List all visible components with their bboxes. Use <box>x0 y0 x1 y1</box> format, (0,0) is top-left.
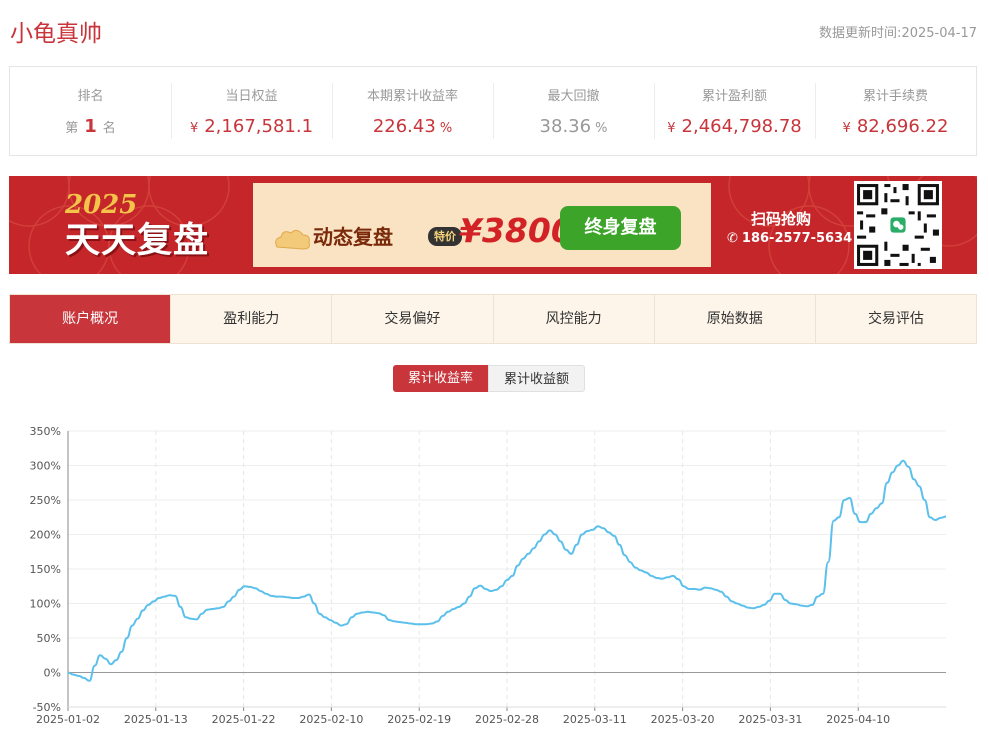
x-tick-label: 2025-01-02 <box>36 713 100 726</box>
page-header: 小龟真帅 数据更新时间:2025-04-17 <box>10 14 977 47</box>
y-tick-label: 200% <box>30 529 61 542</box>
tab-trading-preference[interactable]: 交易偏好 <box>331 295 493 343</box>
stat-label: 排名 <box>77 89 104 104</box>
rank-number: 1 <box>84 116 97 137</box>
x-tick-label: 2025-01-13 <box>124 713 188 726</box>
stat-value: 第1名 <box>10 116 171 137</box>
update-label: 数据更新时间: <box>819 26 902 41</box>
metric-toggle: 累计收益率 累计收益额 <box>393 365 586 392</box>
y-tick-label: 150% <box>30 563 61 576</box>
update-date: 2025-04-17 <box>901 26 977 41</box>
promo-price: ¥3800 <box>459 211 574 250</box>
x-tick-label: 2025-01-22 <box>212 713 276 726</box>
x-tick-label: 2025-03-31 <box>738 713 802 726</box>
tab-account-overview[interactable]: 账户概况 <box>10 295 171 343</box>
tab-profitability[interactable]: 盈利能力 <box>170 295 332 343</box>
stat-label: 当日权益 <box>225 89 278 104</box>
stat-value: 38.36% <box>493 116 654 137</box>
total-profit-value: 2,464,798.78 <box>681 116 802 137</box>
stat-value: ¥2,167,581.1 <box>171 116 332 137</box>
x-tick-label: 2025-03-11 <box>563 713 627 726</box>
stat-max-drawdown: 最大回撤 38.36% <box>493 67 654 155</box>
tab-trading-evaluation[interactable]: 交易评估 <box>814 295 977 343</box>
y-tick-label: 100% <box>30 598 61 611</box>
percent-unit: % <box>439 121 453 136</box>
qr-code-icon <box>854 181 942 269</box>
y-tick-label: 250% <box>30 494 61 507</box>
stat-value: ¥2,464,798.78 <box>654 116 815 137</box>
stat-rank: 排名 第1名 <box>10 67 171 155</box>
cumulative-return-rate-button[interactable]: 累计收益率 <box>393 365 489 392</box>
y-tick-label: 300% <box>30 460 61 473</box>
rank-prefix: 第 <box>65 121 79 136</box>
stats-panel: 排名 第1名 当日权益 ¥2,167,581.1 本期累计收益率 226.43%… <box>9 66 977 156</box>
x-tick-label: 2025-02-19 <box>387 713 451 726</box>
stat-label: 累计盈利额 <box>701 89 767 104</box>
phone-text: 186-2577-5634 <box>741 231 853 246</box>
y-tick-label: 50% <box>37 632 61 645</box>
tab-risk-control[interactable]: 风控能力 <box>492 295 654 343</box>
update-timestamp: 数据更新时间:2025-04-17 <box>819 22 977 41</box>
stat-label: 最大回撤 <box>547 89 600 104</box>
tab-raw-data[interactable]: 原始数据 <box>653 295 815 343</box>
x-tick-label: 2025-04-10 <box>826 713 890 726</box>
x-tick-label: 2025-02-10 <box>299 713 363 726</box>
x-tick-label: 2025-02-28 <box>475 713 539 726</box>
daily-equity-value: 2,167,581.1 <box>204 116 314 137</box>
stat-total-profit: 累计盈利额 ¥2,464,798.78 <box>654 67 815 155</box>
cloud-icon <box>275 229 310 250</box>
period-return-value: 226.43 <box>372 116 436 137</box>
currency-symbol: ¥ <box>842 121 851 136</box>
promo-banner[interactable]: 2025 天天复盘 动态复盘 特价 ¥3800 终身复盘 扫码抢购 ✆ 186-2… <box>9 176 977 274</box>
phone-icon: ✆ <box>727 231 738 246</box>
percent-unit: % <box>595 121 608 136</box>
cumulative-return-chart: 350%300%250%200%150%100%50%0%-50%2025-01… <box>30 425 947 726</box>
sale-tag: 特价 <box>428 227 462 246</box>
phone-number: ✆ 186-2577-5634 <box>727 231 852 246</box>
scan-purchase-label: 扫码抢购 <box>751 210 812 228</box>
banner-headline: 天天复盘 <box>65 221 210 261</box>
max-drawdown-value: 38.36 <box>539 116 592 137</box>
stat-period-return: 本期累计收益率 226.43% <box>332 67 493 155</box>
y-tick-label: 350% <box>30 425 61 438</box>
stat-daily-equity: 当日权益 ¥2,167,581.1 <box>171 67 332 155</box>
lifetime-review-button[interactable]: 终身复盘 <box>560 206 681 250</box>
stat-label: 本期累计收益率 <box>366 89 458 104</box>
promo-title: 动态复盘 <box>313 225 393 249</box>
stat-total-fees: 累计手续费 ¥82,696.22 <box>815 67 976 155</box>
x-tick-label: 2025-03-20 <box>651 713 715 726</box>
cumulative-return-amount-button[interactable]: 累计收益额 <box>488 365 586 392</box>
stat-value: ¥82,696.22 <box>815 116 976 137</box>
stat-value: 226.43% <box>332 116 493 137</box>
currency-symbol: ¥ <box>667 121 676 136</box>
y-tick-label: 0% <box>44 667 61 680</box>
currency-symbol: ¥ <box>189 121 199 136</box>
stat-label: 累计手续费 <box>862 89 928 104</box>
total-fees-value: 82,696.22 <box>856 116 949 137</box>
section-tabs: 账户概况 盈利能力 交易偏好 风控能力 原始数据 交易评估 <box>9 294 977 344</box>
rank-suffix: 名 <box>102 121 116 136</box>
account-title: 小龟真帅 <box>10 21 102 47</box>
promo-box: 动态复盘 特价 ¥3800 终身复盘 <box>253 183 711 267</box>
